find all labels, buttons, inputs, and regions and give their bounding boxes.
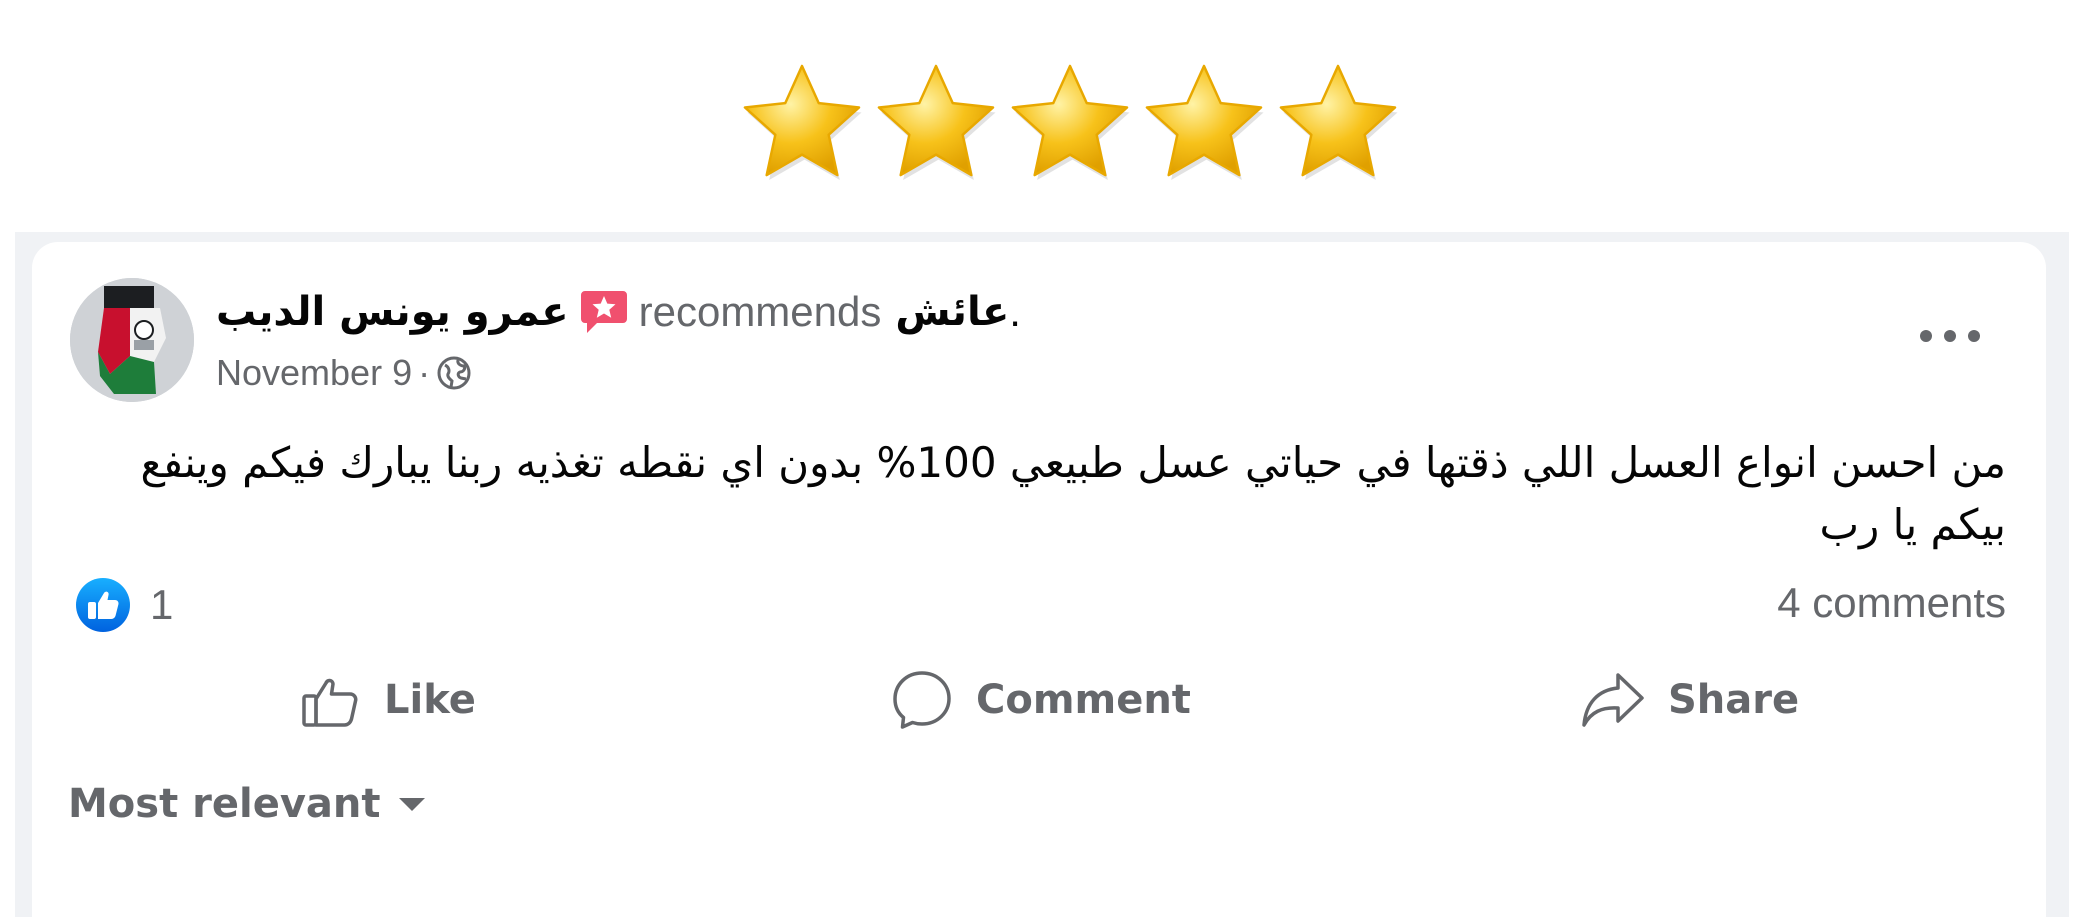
comments-sort-dropdown[interactable]: Most relevant (68, 774, 427, 834)
header-period: . (1009, 288, 1021, 335)
like-label: Like (384, 677, 476, 723)
more-options-icon[interactable] (1920, 318, 1980, 354)
author-avatar[interactable] (70, 278, 194, 402)
star-icon (1145, 64, 1264, 181)
dot-icon (1968, 330, 1980, 342)
thumbs-up-icon (302, 678, 358, 727)
dot-icon (1920, 330, 1932, 342)
star-rating (740, 58, 1400, 188)
post-date[interactable]: November 9 (216, 352, 412, 394)
post-header: عمرو يونس الديب recommends عائش . (216, 282, 1021, 342)
star-icon (877, 64, 996, 181)
comment-label: Comment (976, 677, 1191, 723)
comment-bubble-icon (893, 671, 951, 729)
avatar-image (70, 278, 194, 402)
dot-icon (1944, 330, 1956, 342)
post-meta: November 9 · (216, 348, 472, 398)
like-badge-icon[interactable] (74, 576, 132, 634)
comment-button[interactable]: Comment (890, 650, 1191, 750)
comments-count[interactable]: 4 comments (1777, 576, 2006, 630)
like-button[interactable]: Like (300, 650, 476, 750)
star-icon (1279, 64, 1398, 181)
page-name[interactable]: عائش (895, 289, 1009, 335)
post-actions: Like Comment Share (70, 650, 2010, 750)
globe-icon (437, 356, 471, 390)
sort-label: Most relevant (68, 781, 381, 827)
star-icon (1011, 64, 1130, 181)
share-label: Share (1668, 677, 1800, 723)
share-button[interactable]: Share (1580, 650, 1799, 750)
reaction-count[interactable]: 1 (150, 578, 173, 632)
author-name[interactable]: عمرو يونس الديب (216, 289, 569, 335)
share-arrow-icon (1582, 673, 1644, 727)
recommend-star-badge-icon (580, 291, 627, 333)
caret-down-icon (398, 798, 425, 811)
recommends-verb: recommends (638, 288, 882, 335)
post-text: من احسن انواع العسل اللي ذقتها في حياتي … (140, 438, 2006, 549)
meta-separator: · (418, 352, 431, 393)
star-icon (743, 64, 862, 181)
review-screenshot: عمرو يونس الديب recommends عائش . Novemb… (0, 0, 2084, 917)
